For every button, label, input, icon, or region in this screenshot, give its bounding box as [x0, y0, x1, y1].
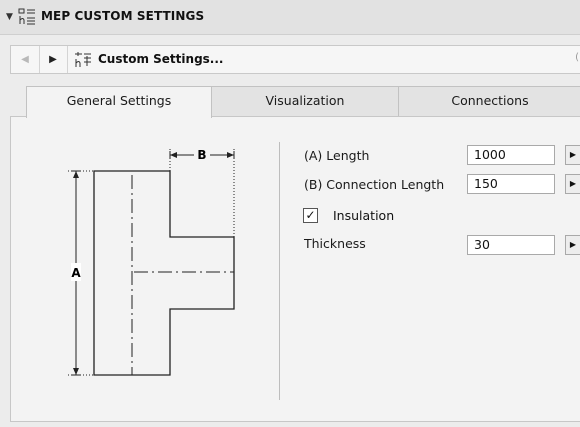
- nav-end-mark: (: [575, 52, 579, 63]
- insulation-label: Insulation: [333, 208, 395, 223]
- tab-visualization[interactable]: Visualization: [210, 86, 400, 117]
- arrow-right-icon[interactable]: ▶: [39, 46, 68, 73]
- length-label: (A) Length: [304, 148, 370, 163]
- arrow-right-small-icon[interactable]: ▶: [565, 174, 580, 194]
- arrow-left-icon[interactable]: ◀: [11, 46, 40, 73]
- arrow-right-small-icon[interactable]: ▶: [565, 235, 580, 255]
- settings-nav-bar: ◀ ▶ Custom Settings... (: [10, 45, 580, 74]
- length-input[interactable]: 1000: [467, 145, 555, 165]
- tab-general-settings[interactable]: General Settings: [26, 86, 212, 118]
- tee-fitting-diagram: A B: [68, 147, 235, 376]
- thickness-input[interactable]: 30: [467, 235, 555, 255]
- tee-outline: [93, 170, 235, 376]
- connection-length-label: (B) Connection Length: [304, 177, 445, 192]
- collapse-triangle-icon[interactable]: ▼: [6, 12, 13, 22]
- arrow-right-small-icon[interactable]: ▶: [565, 145, 580, 165]
- connection-length-input[interactable]: 150: [467, 174, 555, 194]
- panel-divider: [279, 142, 280, 400]
- mep-settings-icon: [18, 8, 35, 25]
- custom-settings-label[interactable]: Custom Settings...: [98, 52, 223, 66]
- dimension-b-label: B: [197, 148, 206, 162]
- dimension-a-label: A: [71, 266, 81, 280]
- tab-connections[interactable]: Connections: [398, 86, 580, 117]
- panel-title: MEP CUSTOM SETTINGS: [41, 9, 205, 23]
- insulation-checkbox[interactable]: ✓: [303, 208, 318, 223]
- panel-header[interactable]: ▼ MEP CUSTOM SETTINGS: [0, 0, 580, 35]
- thickness-label: Thickness: [304, 236, 366, 251]
- custom-settings-icon: [75, 52, 91, 67]
